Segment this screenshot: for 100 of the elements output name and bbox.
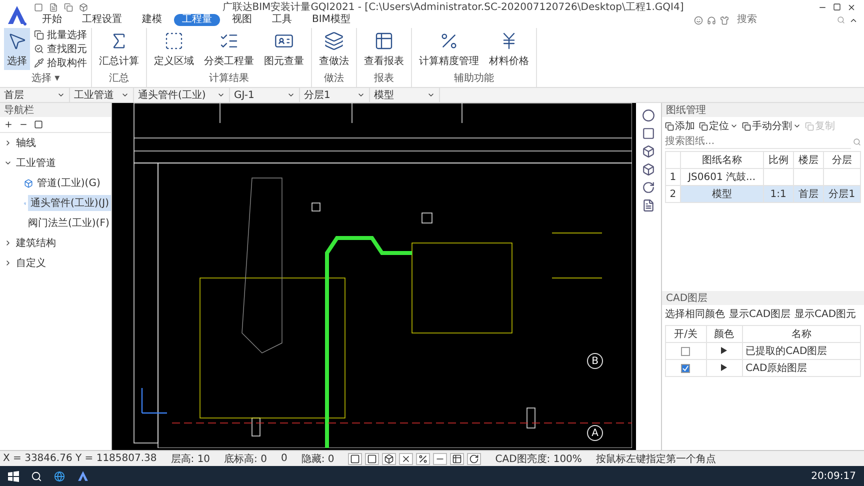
status-text: 0 (280, 453, 288, 464)
view-icon[interactable] (642, 127, 655, 140)
tree-item[interactable]: 建筑结构 (14, 235, 58, 251)
app-icon[interactable] (77, 470, 89, 482)
ribbon-button[interactable]: 批量选择 (34, 28, 87, 42)
copy-icon (34, 30, 44, 40)
table-cell[interactable]: 1:1 (763, 186, 794, 202)
toolbar-icon[interactable] (49, 2, 58, 12)
ribbon-button[interactable]: 分类工程量 (201, 28, 257, 70)
search-field[interactable]: 搜索图纸... (665, 135, 851, 149)
smile-icon[interactable] (694, 16, 703, 24)
panel-title: 图纸管理 (662, 103, 864, 117)
column-header: 楼层 (793, 152, 824, 168)
toolbar-button[interactable]: 显示CAD图元 (794, 307, 856, 322)
toolbar-button[interactable]: 添加 (665, 119, 695, 133)
tree-item[interactable]: 工业管道 (14, 155, 58, 171)
status-tool-icon[interactable] (416, 452, 430, 464)
caret-icon (121, 91, 129, 99)
tree-item[interactable]: 阀门法兰(工业)(F) (26, 215, 112, 231)
ribbon-button[interactable]: 查找图元 (34, 42, 87, 56)
status-tool-icon[interactable] (450, 452, 464, 464)
ribbon-button[interactable]: 拾取构件 (34, 56, 87, 70)
table-cell[interactable]: 1 (666, 168, 680, 186)
view-icon[interactable] (642, 163, 655, 176)
status-tool-icon[interactable] (433, 452, 448, 464)
table-icon (374, 30, 394, 50)
close-icon[interactable] (847, 2, 856, 12)
magnifier-icon (34, 44, 44, 54)
toolbar-button[interactable]: 手动分割 (742, 119, 801, 133)
toolbar-icon[interactable] (79, 2, 88, 12)
maximize-icon[interactable] (833, 3, 841, 11)
table-cell[interactable]: 2 (666, 186, 680, 202)
checkbox[interactable] (681, 364, 690, 373)
dropdown[interactable]: 分层1 (300, 88, 370, 102)
view-icon[interactable] (642, 181, 655, 194)
search-icon (853, 138, 861, 146)
start-icon[interactable] (8, 470, 19, 482)
view-icon[interactable] (642, 199, 655, 212)
status-tool-icon[interactable] (467, 452, 482, 464)
expanded-icon[interactable] (4, 159, 12, 167)
table-cell[interactable]: 分层1 (823, 186, 860, 202)
ribbon-button[interactable]: 查做法 (316, 28, 352, 70)
document-icon (665, 122, 674, 130)
toolbar-button[interactable]: 选择相同颜色 (665, 307, 725, 322)
tree-item[interactable]: 通头管件(工业)(J) (28, 195, 111, 211)
collapsed-icon[interactable] (4, 139, 12, 147)
ribbon-button[interactable]: 查看报表 (361, 28, 407, 70)
status-text: 层高: 10 (170, 452, 210, 466)
table-cell: 已提取的CAD图层 (742, 342, 860, 360)
status-tool-icon[interactable] (399, 452, 414, 464)
column-header: 图纸名称 (680, 152, 764, 168)
headset-icon[interactable] (707, 16, 716, 24)
window-title: 广联达BIM安装计量GQI2021 - [C:\Users\Administrator.SC-202007120726\Desktop\工程1.GQI4] (221, 0, 685, 14)
tree-item[interactable]: 管道(工业)(G) (35, 175, 102, 191)
eyedropper-icon (34, 58, 44, 68)
view-icon[interactable] (642, 109, 655, 122)
menu-tab[interactable]: 开始 (34, 14, 70, 26)
menu-tab[interactable]: 建模 (134, 14, 170, 26)
collapsed-icon[interactable] (4, 259, 12, 267)
group-label: 计算结果 (208, 72, 250, 86)
ribbon-button[interactable]: 汇总计算 (96, 28, 142, 70)
table-cell[interactable]: 首层 (793, 186, 824, 202)
toolbar-icon[interactable] (64, 2, 73, 12)
document-icon (742, 122, 751, 130)
dropdown[interactable]: 工业管道 (70, 88, 134, 102)
dropdown[interactable]: 模型 (370, 88, 440, 102)
dropdown[interactable]: 首层 (0, 88, 70, 102)
app-logo-icon (6, 4, 28, 26)
expand-all-icon[interactable] (4, 120, 13, 129)
collapsed-icon[interactable] (4, 239, 12, 247)
checkbox[interactable] (681, 346, 690, 356)
status-tool-icon[interactable] (348, 452, 362, 464)
menu-tab[interactable]: 工程设置 (74, 14, 130, 26)
ribbon-button[interactable]: 计算精度管理 (416, 28, 482, 70)
browser-icon[interactable] (54, 470, 65, 482)
ribbon-button[interactable]: 图元查量 (261, 28, 307, 70)
view-icon[interactable] (642, 145, 655, 158)
tree-item[interactable]: 自定义 (14, 255, 48, 271)
status-text: 底标高: 0 (224, 452, 267, 466)
menu-tab[interactable]: 工具 (264, 14, 300, 26)
search-icon[interactable] (31, 470, 42, 482)
toolbar-button[interactable]: 定位 (699, 119, 738, 133)
menu-tab[interactable]: 视图 (224, 14, 260, 26)
menu-tab[interactable]: BIM模型 (304, 14, 358, 26)
dropdown[interactable]: 通头管件(工业) (134, 88, 230, 102)
group-label: 选择 ▾ (30, 72, 61, 86)
dropdown[interactable]: GJ-1 (230, 88, 300, 102)
table-cell[interactable]: 模型 (680, 186, 764, 202)
status-tool-icon[interactable] (365, 452, 380, 464)
shirt-icon[interactable] (720, 16, 729, 24)
toggle-icon[interactable] (34, 120, 43, 129)
ribbon-button[interactable]: 材料价格 (486, 28, 532, 70)
ribbon-button[interactable]: 选择 (4, 28, 30, 70)
ribbon-button[interactable]: 定义区域 (151, 28, 197, 70)
column-header: 比例 (763, 152, 794, 168)
toolbar-icon[interactable] (34, 2, 43, 12)
status-tool-icon[interactable] (382, 452, 396, 464)
menu-tab[interactable]: 工程量 (174, 14, 220, 26)
toolbar-button[interactable]: 显示CAD图层 (729, 307, 791, 322)
tree-item[interactable]: 轴线 (14, 135, 38, 151)
